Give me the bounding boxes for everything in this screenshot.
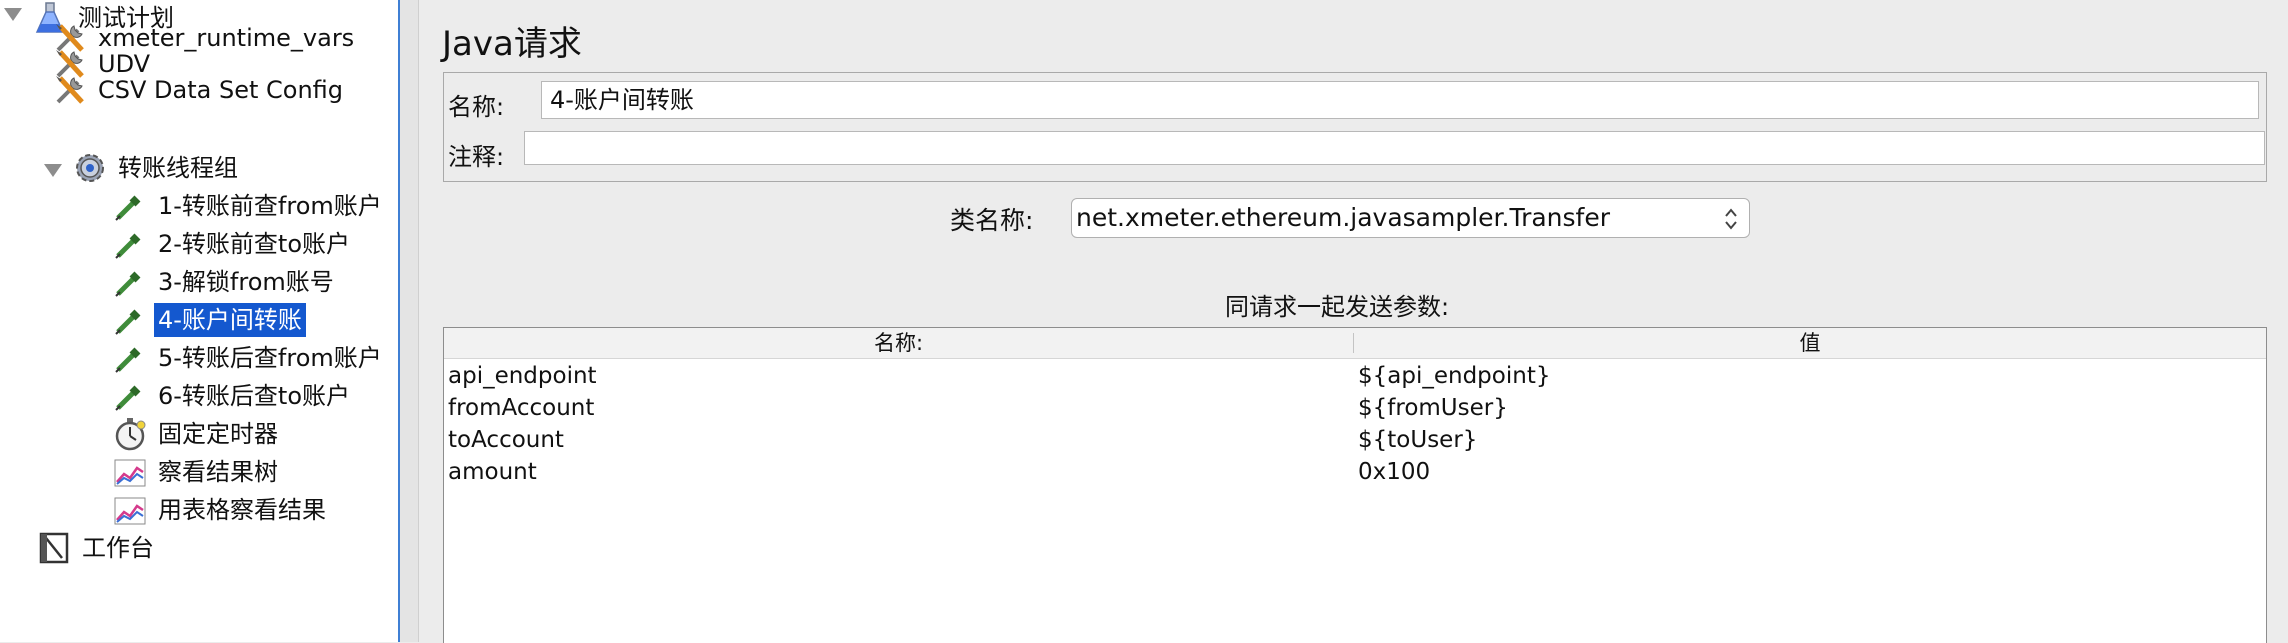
tree-label: 1-转账前查from账户: [158, 192, 382, 220]
name-input[interactable]: 4-账户间转账: [541, 81, 2259, 119]
line-chart-icon: [112, 492, 148, 528]
column-header-value[interactable]: 值: [1354, 328, 2266, 358]
params-title: 同请求一起发送参数:: [1225, 293, 1450, 321]
comment-label: 注释:: [448, 143, 505, 171]
tree-node-sampler-1[interactable]: 1-转账前查from账户: [112, 188, 386, 224]
param-name-cell[interactable]: amount: [448, 456, 537, 488]
test-plan-tree[interactable]: 测试计划 xmeter_runtime_vars UDV CSV Data Se…: [0, 0, 400, 642]
expand-toggle-icon[interactable]: [44, 164, 62, 177]
tree-node-view-results-tree[interactable]: 察看结果树: [112, 454, 282, 490]
tree-node-sampler-6[interactable]: 6-转账后查to账户: [112, 378, 354, 414]
tree-label: CSV Data Set Config: [98, 76, 344, 104]
expand-toggle-icon[interactable]: [4, 8, 22, 21]
param-value-cell[interactable]: ${api_endpoint}: [1358, 360, 1550, 392]
pipette-icon: [112, 226, 148, 262]
tree-label: 固定定时器: [158, 420, 278, 448]
classname-value: net.xmeter.ethereum.javasampler.Transfer: [1076, 203, 1611, 232]
name-comment-section: 名称: 4-账户间转账 注释:: [443, 72, 2267, 182]
tree-node-view-results-table[interactable]: 用表格察看结果: [112, 492, 330, 528]
table-row[interactable]: amount 0x100: [444, 456, 2266, 488]
tree-label: 转账线程组: [118, 154, 238, 182]
name-label: 名称:: [448, 93, 505, 121]
tree-label: 6-转账后查to账户: [158, 382, 351, 410]
classname-select[interactable]: net.xmeter.ethereum.javasampler.Transfer: [1071, 198, 1750, 238]
tree-node-sampler-4[interactable]: 4-账户间转账: [112, 302, 306, 338]
tree-node-sampler-5[interactable]: 5-转账后查from账户: [112, 340, 386, 376]
comment-input[interactable]: [524, 131, 2265, 165]
tree-label: 3-解锁from账号: [158, 268, 334, 296]
workbench-icon: [36, 530, 72, 566]
tree-label: 察看结果树: [158, 458, 278, 486]
pipette-icon: [112, 188, 148, 224]
tree-node-constant-timer[interactable]: 固定定时器: [112, 416, 282, 452]
param-name-cell[interactable]: api_endpoint: [448, 360, 597, 392]
param-value-cell[interactable]: 0x100: [1358, 456, 1430, 488]
tree-node-workbench[interactable]: 工作台: [36, 530, 158, 566]
column-header-name[interactable]: 名称:: [444, 328, 1353, 358]
params-table[interactable]: 名称: 值 api_endpoint ${api_endpoint} fromA…: [443, 327, 2267, 643]
tree-label: 4-账户间转账: [154, 303, 306, 337]
tree-label: 2-转账前查to账户: [158, 230, 351, 258]
tree-node-sampler-3[interactable]: 3-解锁from账号: [112, 264, 338, 300]
tree-label: 用表格察看结果: [158, 496, 326, 524]
stopwatch-icon: [112, 416, 148, 452]
param-name-cell[interactable]: fromAccount: [448, 392, 594, 424]
tree-node-thread-group[interactable]: 转账线程组: [72, 150, 242, 186]
param-name-cell[interactable]: toAccount: [448, 424, 564, 456]
pipette-icon: [112, 302, 148, 338]
table-row[interactable]: api_endpoint ${api_endpoint}: [444, 360, 2266, 392]
tools-icon: [52, 72, 88, 108]
chevron-updown-icon: [1723, 205, 1739, 231]
table-row[interactable]: fromAccount ${fromUser}: [444, 392, 2266, 424]
gear-icon: [72, 150, 108, 186]
param-value-cell[interactable]: ${toUser}: [1358, 424, 1477, 456]
tree-node-csv-data-set-config[interactable]: CSV Data Set Config: [52, 72, 347, 108]
tree-node-sampler-2[interactable]: 2-转账前查to账户: [112, 226, 354, 262]
panel-title: Java请求: [442, 24, 582, 64]
pipette-icon: [112, 264, 148, 300]
pane-splitter[interactable]: [400, 0, 419, 642]
table-row[interactable]: toAccount ${toUser}: [444, 424, 2266, 456]
line-chart-icon: [112, 454, 148, 490]
tree-label: 工作台: [82, 534, 154, 562]
classname-label: 类名称:: [950, 206, 1034, 235]
table-header: 名称: 值: [444, 328, 2266, 359]
param-value-cell[interactable]: ${fromUser}: [1358, 392, 1508, 424]
tree-label: 5-转账后查from账户: [158, 344, 382, 372]
pipette-icon: [112, 340, 148, 376]
pipette-icon: [112, 378, 148, 414]
